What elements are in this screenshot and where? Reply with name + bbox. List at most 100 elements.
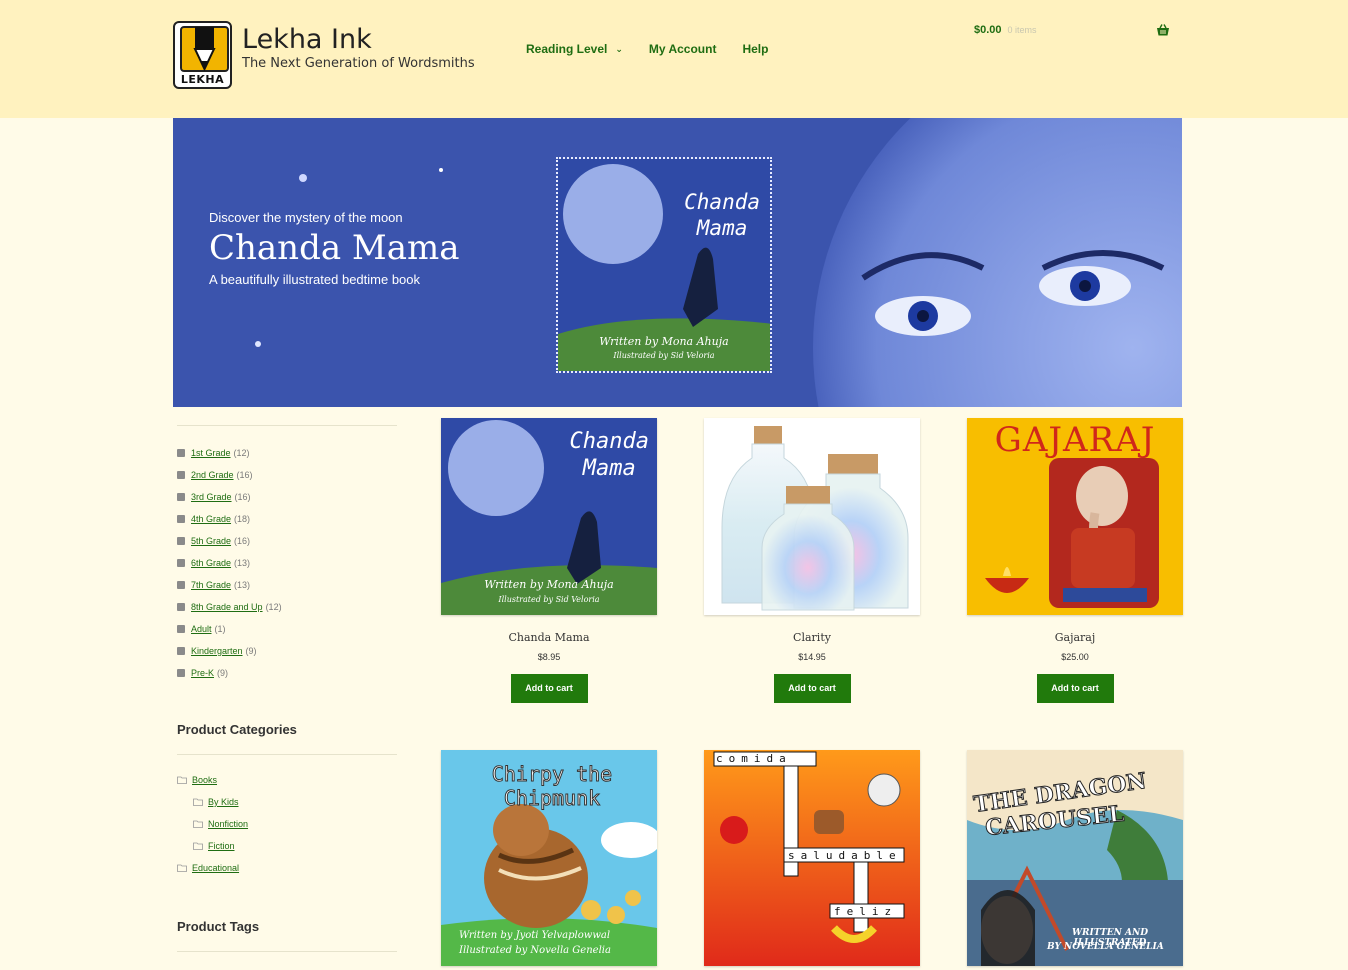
reading-level-item[interactable]: 6th Grade (13) [177, 552, 397, 574]
checkbox-icon[interactable] [177, 603, 185, 611]
product-cover-author: Written by Jyoti Yelvaplowwal [459, 930, 611, 941]
category-link[interactable]: Fiction [208, 841, 235, 851]
add-to-cart-button[interactable]: Add to cart [773, 674, 851, 703]
reading-level-item[interactable]: 7th Grade (13) [177, 574, 397, 596]
folder-icon [177, 776, 187, 784]
product-card: Chirpy the Chipmunk Written by Jyoti Yel… [441, 750, 657, 966]
cart-summary[interactable]: $0.00 0 items [974, 24, 1037, 36]
product-image[interactable]: THE DRAGON CAROUSEL WRITTEN AND ILLUSTRA… [967, 750, 1183, 966]
checkbox-icon[interactable] [177, 515, 185, 523]
reading-level-count: (12) [233, 448, 250, 458]
nav-reading-level-label: Reading Level [526, 42, 608, 56]
checkbox-icon[interactable] [177, 493, 185, 501]
site-header: LEKHA Lekha Ink The Next Generation of W… [0, 0, 1348, 118]
category-item[interactable]: Fiction [177, 835, 397, 857]
nav-my-account[interactable]: My Account [649, 42, 717, 56]
reading-level-link[interactable]: 1st Grade [191, 448, 231, 458]
reading-level-link[interactable]: 5th Grade [191, 536, 231, 546]
category-link[interactable]: By Kids [208, 797, 239, 807]
product-title[interactable]: Gajaraj [967, 631, 1183, 644]
reading-level-item[interactable]: Adult (1) [177, 618, 397, 640]
checkbox-icon[interactable] [177, 581, 185, 589]
product-cover-illustrator: Illustrated by Sid Veloria [498, 595, 600, 604]
category-item[interactable]: Educational [177, 857, 397, 879]
add-to-cart-button[interactable]: Add to cart [510, 674, 588, 703]
product-image[interactable] [704, 418, 920, 615]
product-card: THE DRAGON CAROUSEL WRITTEN AND ILLUSTRA… [967, 750, 1183, 966]
reading-level-item[interactable]: 8th Grade and Up (12) [177, 596, 397, 618]
nav-help[interactable]: Help [742, 42, 768, 56]
checkbox-icon[interactable] [177, 669, 185, 677]
sidebar-divider [177, 754, 397, 755]
category-link[interactable]: Nonfiction [208, 819, 248, 829]
category-item[interactable]: By Kids [177, 791, 397, 813]
checkbox-icon[interactable] [177, 449, 185, 457]
reading-level-count: (16) [234, 536, 251, 546]
reading-level-count: (9) [245, 646, 257, 656]
category-link[interactable]: Educational [192, 863, 239, 873]
reading-level-item[interactable]: 2nd Grade (16) [177, 464, 397, 486]
reading-level-item[interactable]: Pre-K (9) [177, 662, 397, 684]
folder-icon [193, 820, 203, 828]
hero-book-cover[interactable]: Chanda Mama Written by Mona Ahuja Illust… [556, 157, 772, 373]
category-link[interactable]: Books [192, 775, 217, 785]
reading-level-count: (16) [236, 470, 253, 480]
reading-level-item[interactable]: 5th Grade (16) [177, 530, 397, 552]
folder-icon [177, 864, 187, 872]
product-cover-illustrator: BY NOVELLA GENELIA [1047, 942, 1164, 952]
checkbox-icon[interactable] [177, 647, 185, 655]
cart-amount: $0.00 [974, 24, 1002, 36]
basket-icon[interactable] [1156, 23, 1170, 37]
hero-cover-title-line2: Mama [696, 216, 748, 240]
reading-level-link[interactable]: Adult [191, 624, 212, 634]
site-logo[interactable]: LEKHA [173, 21, 232, 89]
reading-level-item[interactable]: 3rd Grade (16) [177, 486, 397, 508]
nav-reading-level[interactable]: Reading Level ⌄ [526, 42, 623, 56]
site-title[interactable]: Lekha Ink [242, 24, 372, 55]
reading-level-link[interactable]: 4th Grade [191, 514, 231, 524]
hero-cover-title-line1: Chanda [684, 190, 760, 214]
hero-banner[interactable]: Discover the mystery of the moon Chanda … [173, 118, 1182, 407]
reading-level-item[interactable]: 1st Grade (12) [177, 442, 397, 464]
reading-level-filter-list: 1st Grade (12) 2nd Grade (16) 3rd Grade (16… [177, 442, 397, 684]
reading-level-link[interactable]: 6th Grade [191, 558, 231, 568]
product-card: Clarity $14.95 Add to cart [704, 418, 920, 703]
reading-level-link[interactable]: 3rd Grade [191, 492, 232, 502]
reading-level-link[interactable]: 8th Grade and Up [191, 602, 263, 612]
product-cover-author: Written by Mona Ahuja [484, 578, 614, 591]
checkbox-icon[interactable] [177, 537, 185, 545]
checkbox-icon[interactable] [177, 625, 185, 633]
product-title[interactable]: Chanda Mama [441, 631, 657, 644]
reading-level-link[interactable]: 2nd Grade [191, 470, 234, 480]
add-to-cart-button[interactable]: Add to cart [1036, 674, 1114, 703]
reading-level-count: (13) [234, 558, 251, 568]
product-image[interactable]: comida saludable feliz [704, 750, 920, 966]
product-title[interactable]: Clarity [704, 631, 920, 644]
hero-title: Chanda Mama [209, 228, 460, 268]
chevron-down-icon: ⌄ [615, 43, 623, 54]
hero-cover-author: Written by Mona Ahuja [599, 335, 729, 348]
crossword-word-3: saludable [788, 849, 902, 862]
hero-pretitle: Discover the mystery of the moon [209, 210, 403, 225]
pencil-nib-icon [180, 26, 229, 72]
reading-level-link[interactable]: Pre-K [191, 668, 214, 678]
reading-level-link[interactable]: 7th Grade [191, 580, 231, 590]
product-price: $25.00 [1061, 652, 1089, 662]
logo-wordmark: LEKHA [180, 73, 225, 86]
reading-level-item[interactable]: Kindergarten (9) [177, 640, 397, 662]
product-image[interactable]: Chanda Mama Written by Mona Ahuja Illust… [441, 418, 657, 615]
checkbox-icon[interactable] [177, 471, 185, 479]
main-nav: Reading Level ⌄ My Account Help [526, 42, 794, 56]
sidebar-divider [177, 951, 397, 952]
product-cover-title: GAJARAJ [994, 420, 1156, 460]
product-image[interactable]: Chirpy the Chipmunk Written by Jyoti Yel… [441, 750, 657, 966]
product-price: $8.95 [537, 652, 561, 662]
product-image[interactable]: GAJARAJ [967, 418, 1183, 615]
checkbox-icon[interactable] [177, 559, 185, 567]
hero-cover-title: Chanda Mama [684, 189, 760, 241]
reading-level-count: (12) [265, 602, 282, 612]
category-item[interactable]: Nonfiction [177, 813, 397, 835]
reading-level-item[interactable]: 4th Grade (18) [177, 508, 397, 530]
category-item[interactable]: Books [177, 769, 397, 791]
reading-level-link[interactable]: Kindergarten [191, 646, 243, 656]
